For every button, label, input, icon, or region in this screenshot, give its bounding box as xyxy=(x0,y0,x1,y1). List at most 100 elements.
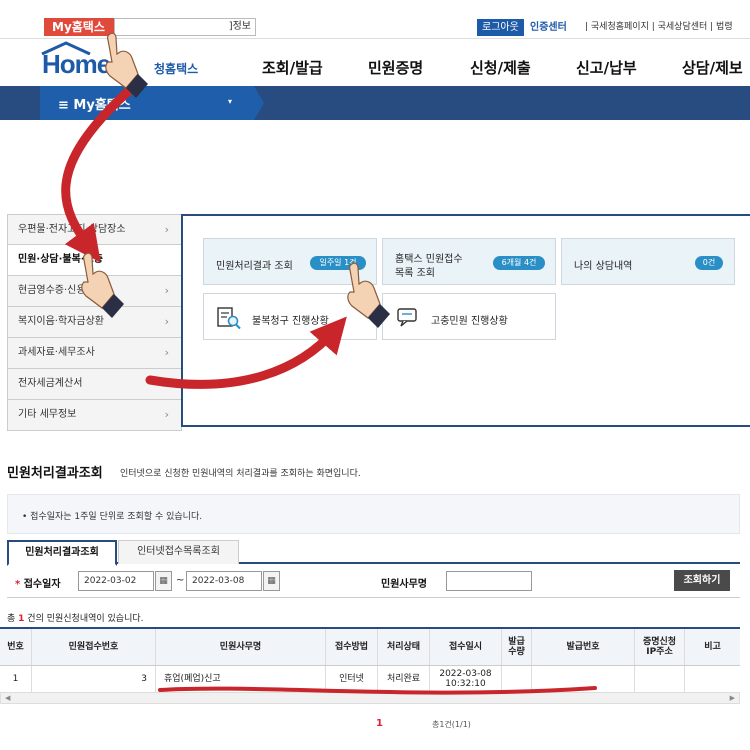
chevron-right-icon: › xyxy=(164,223,169,236)
document-search-icon xyxy=(217,307,241,330)
card-hometax-list[interactable]: 홈택스 민원접수 목록 조회 6개월 4건 xyxy=(382,238,556,285)
search-button[interactable]: 조회하기 xyxy=(674,570,730,591)
side-item-tax-data[interactable]: 과세자료·세무조사 › xyxy=(7,338,182,369)
date-label-text: 접수일자 xyxy=(23,579,61,590)
dropdown-label: ≡ My홈택스 xyxy=(58,98,131,113)
menu-application[interactable]: 신청/제출 xyxy=(470,57,531,78)
scroll-right-icon[interactable]: ▶ xyxy=(730,693,735,703)
count-prefix: 총 xyxy=(7,614,19,624)
chat-bubble-icon xyxy=(397,308,417,327)
cell-status: 처리완료 xyxy=(378,666,430,692)
menu-certificate[interactable]: 민원증명 xyxy=(368,57,423,78)
cell-date: 2022-03-08 xyxy=(439,668,492,679)
date-from-input[interactable]: 2022-03-02 xyxy=(78,571,154,591)
side-item-cash-receipt[interactable]: 현금영수증·신용카드 › xyxy=(7,276,182,307)
notice-box: • 접수일자는 1주일 단위로 조회할 수 있습니다. xyxy=(7,494,740,534)
col-issue-no: 발급번호 xyxy=(532,629,635,665)
page-total: 총1건(1/1) xyxy=(432,720,471,729)
col-status: 처리상태 xyxy=(378,629,430,665)
chevron-right-icon: › xyxy=(164,284,169,297)
col-note: 비고 xyxy=(704,641,721,652)
side-item-petition[interactable]: 민원·상담·불복·고충 xyxy=(7,245,182,276)
cell-datetime: 2022-03-08 10:32:10 xyxy=(430,666,502,692)
count-suffix: 건의 민원신청내역이 있습니다. xyxy=(24,614,144,624)
calendar-icon[interactable]: ▦ xyxy=(155,571,172,591)
logout-button[interactable]: 로그아웃 xyxy=(477,19,524,36)
chevron-right-icon: › xyxy=(164,377,169,390)
cell-qty xyxy=(502,666,532,692)
dropdown-tip xyxy=(254,86,264,120)
search-form: * 접수일자 2022-03-02 ▦ ~ 2022-03-08 ▦ 민원사무명… xyxy=(7,566,740,598)
top-links[interactable]: | 국세청홈페이지 | 국세상담센터 | 법령 xyxy=(585,20,733,35)
card-my-consult[interactable]: 나의 상담내역 0건 xyxy=(561,238,735,285)
side-menu: 우편물·전자고지·상담장소 › 민원·상담·불복·고충 현금영수증·신용카드 › 복… xyxy=(7,214,182,431)
col-qty: 발급 수량 xyxy=(502,629,532,665)
card-label-line1: 홈택스 민원접수 xyxy=(395,254,463,265)
card-result-inquiry[interactable]: 민원처리결과 조회 일주일 1건 xyxy=(203,238,377,285)
count-badge: 6개월 4건 xyxy=(493,256,545,270)
my-hometax-button[interactable]: My홈택스 xyxy=(44,18,114,36)
col-receipt-no: 민원접수번호 xyxy=(32,629,156,665)
count-badge: 0건 xyxy=(695,256,723,270)
col-ip: 증명신청 IP주소 xyxy=(635,629,685,665)
side-item-label: 민원·상담·불복·고충 xyxy=(18,254,103,265)
user-info-box[interactable]: ]정보 xyxy=(114,18,256,36)
page-description: 인터넷으로 신청한 민원내역의 처리결과를 조회하는 화면입니다. xyxy=(120,469,361,479)
col-no: 번호 xyxy=(0,629,32,665)
side-item-label: 기타 세무정보 xyxy=(18,409,77,420)
side-item-other[interactable]: 기타 세무정보 › xyxy=(7,400,182,431)
col-method: 접수방법 xyxy=(326,629,378,665)
table-header: 번호 민원접수번호 민원사무명 접수방법 처리상태 접수일시 발급 수량 발급번… xyxy=(0,629,740,666)
cell-receipt-no[interactable]: 3 xyxy=(32,666,156,692)
side-item-welfare[interactable]: 복지이음·학자금상환 › xyxy=(7,307,182,338)
menu-report-payment[interactable]: 신고/납부 xyxy=(576,57,637,78)
card-label: 고충민원 진행상황 xyxy=(431,316,508,327)
cell-no: 1 xyxy=(0,666,32,692)
col-name: 민원사무명 xyxy=(156,629,326,665)
range-separator: ~ xyxy=(176,575,185,586)
card-label: 불복청구 진행상황 xyxy=(252,316,329,327)
side-item-label: 전자세금계산서 xyxy=(18,378,83,389)
logo-text: Home xyxy=(42,49,111,79)
tab-bar: 민원처리결과조회 인터넷접수목록조회 xyxy=(7,540,740,566)
top-utility-bar: My홈택스 ]정보 로그아웃 인증센터 | 국세청홈페이지 | 국세상담센터 |… xyxy=(0,14,750,38)
cert-center-link[interactable]: 인증센터 xyxy=(526,19,571,36)
petition-name-input[interactable] xyxy=(446,571,532,591)
card-appeal-status[interactable]: 불복청구 진행상황 xyxy=(203,293,377,340)
side-item-label: 우편물·전자고지·상담장소 xyxy=(18,224,126,235)
col-datetime: 접수일시 xyxy=(430,629,502,665)
page-title: 민원처리결과조회 xyxy=(7,466,103,481)
cell-method: 인터넷 xyxy=(326,666,378,692)
tab-internet-list[interactable]: 인터넷접수목록조회 xyxy=(118,540,239,564)
cell-issue-no xyxy=(532,666,635,692)
date-label: * 접수일자 xyxy=(15,575,61,590)
chevron-right-icon: › xyxy=(164,346,169,359)
main-navigation: Home 청홈택스 조회/발급 민원증명 신청/제출 신고/납부 상담/제보 xyxy=(0,38,750,86)
horizontal-scrollbar[interactable]: ◀ ▶ xyxy=(0,692,740,704)
submenu-bar: ≡ My홈택스 ▾ xyxy=(0,86,750,120)
calendar-icon[interactable]: ▦ xyxy=(263,571,280,591)
side-item-label: 현금영수증·신용카드 xyxy=(18,285,104,296)
result-count: 총 1 건의 민원신청내역이 있습니다. xyxy=(7,611,144,624)
tab-result-inquiry[interactable]: 민원처리결과조회 xyxy=(7,540,117,566)
card-grievance-status[interactable]: 고충민원 진행상황 xyxy=(382,293,556,340)
date-to-input[interactable]: 2022-03-08 xyxy=(186,571,262,591)
cell-note xyxy=(685,666,740,692)
card-label: 민원처리결과 조회 xyxy=(216,261,293,272)
petition-name-label: 민원사무명 xyxy=(381,579,427,590)
side-item-mail[interactable]: 우편물·전자고지·상담장소 › xyxy=(7,214,182,245)
side-item-e-invoice[interactable]: 전자세금계산서 › xyxy=(7,369,182,400)
side-item-label: 복지이음·학자금상환 xyxy=(18,316,104,327)
scroll-left-icon[interactable]: ◀ xyxy=(5,693,10,703)
count-badge: 일주일 1건 xyxy=(310,256,366,270)
side-item-label: 과세자료·세무조사 xyxy=(18,347,95,358)
table-row[interactable]: 1 3 휴업(폐업)신고 인터넷 처리완료 2022-03-08 10:32:1… xyxy=(0,666,740,693)
cell-time: 10:32:10 xyxy=(445,679,486,689)
menu-consult[interactable]: 상담/제보 xyxy=(682,57,743,78)
chevron-right-icon: › xyxy=(164,408,169,421)
notice-text: • 접수일자는 1주일 단위로 조회할 수 있습니다. xyxy=(22,512,203,522)
menu-inquiry[interactable]: 조회/발급 xyxy=(262,57,323,78)
hometax-logo[interactable]: Home xyxy=(40,41,150,81)
cell-name: 휴업(폐업)신고 xyxy=(156,666,326,692)
page-number[interactable]: 1 xyxy=(376,718,383,729)
